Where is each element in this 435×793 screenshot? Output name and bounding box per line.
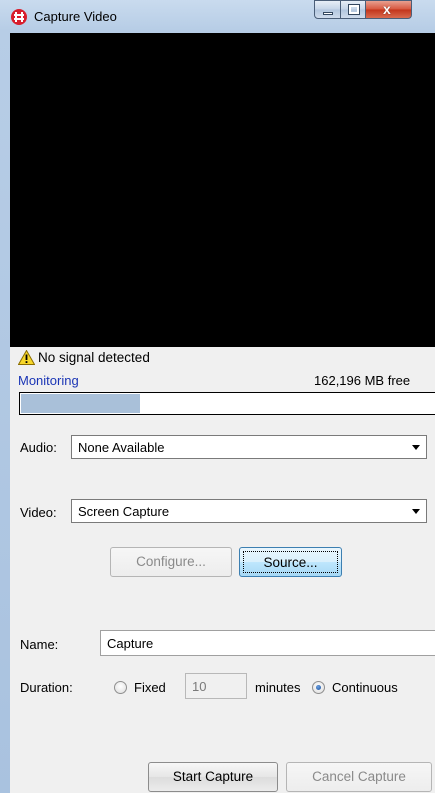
audio-level-meter: [19, 392, 435, 415]
maximize-icon: [348, 4, 360, 15]
signal-text: No signal detected: [38, 350, 150, 365]
warning-icon: [18, 350, 35, 365]
window-title: Capture Video: [34, 9, 117, 24]
app-icon: [11, 9, 27, 25]
video-select-value: Screen Capture: [78, 504, 170, 519]
configure-button[interactable]: Configure...: [110, 547, 232, 577]
duration-minutes-value: 10: [192, 679, 207, 694]
audio-select[interactable]: None Available: [71, 435, 427, 459]
video-label: Video:: [20, 505, 57, 520]
close-button[interactable]: x: [365, 0, 412, 19]
minimize-icon: [323, 12, 333, 15]
audio-select-value: None Available: [78, 440, 165, 455]
video-preview: [10, 33, 435, 347]
cancel-capture-button[interactable]: Cancel Capture: [286, 762, 432, 792]
capture-video-window: Capture Video x No signal detected Monit…: [0, 0, 435, 793]
monitoring-label: Monitoring: [18, 373, 79, 388]
maximize-button[interactable]: [340, 0, 366, 19]
name-input[interactable]: Capture: [100, 630, 435, 656]
continuous-label: Continuous: [332, 680, 398, 695]
audio-level-fill: [21, 394, 140, 413]
minimize-button[interactable]: [314, 0, 341, 19]
chevron-down-icon: [412, 509, 420, 514]
fixed-label: Fixed: [134, 680, 166, 695]
source-button-label: Source...: [243, 551, 338, 573]
client-area: No signal detected Monitoring 162,196 MB…: [10, 33, 435, 793]
start-capture-button[interactable]: Start Capture: [148, 762, 278, 792]
video-select[interactable]: Screen Capture: [71, 499, 427, 523]
close-icon: x: [383, 1, 391, 17]
source-button[interactable]: Source...: [239, 547, 342, 577]
duration-label: Duration:: [20, 680, 73, 695]
duration-minutes-input[interactable]: 10: [185, 673, 247, 699]
fixed-radio[interactable]: [114, 681, 127, 694]
minutes-label: minutes: [255, 680, 301, 695]
title-bar[interactable]: Capture Video x: [0, 0, 435, 33]
free-space-label: 162,196 MB free: [314, 373, 411, 388]
name-input-value: Capture: [107, 636, 154, 651]
continuous-radio[interactable]: [312, 681, 325, 694]
audio-label: Audio:: [20, 440, 57, 455]
chevron-down-icon: [412, 445, 420, 450]
name-label: Name:: [20, 637, 59, 652]
